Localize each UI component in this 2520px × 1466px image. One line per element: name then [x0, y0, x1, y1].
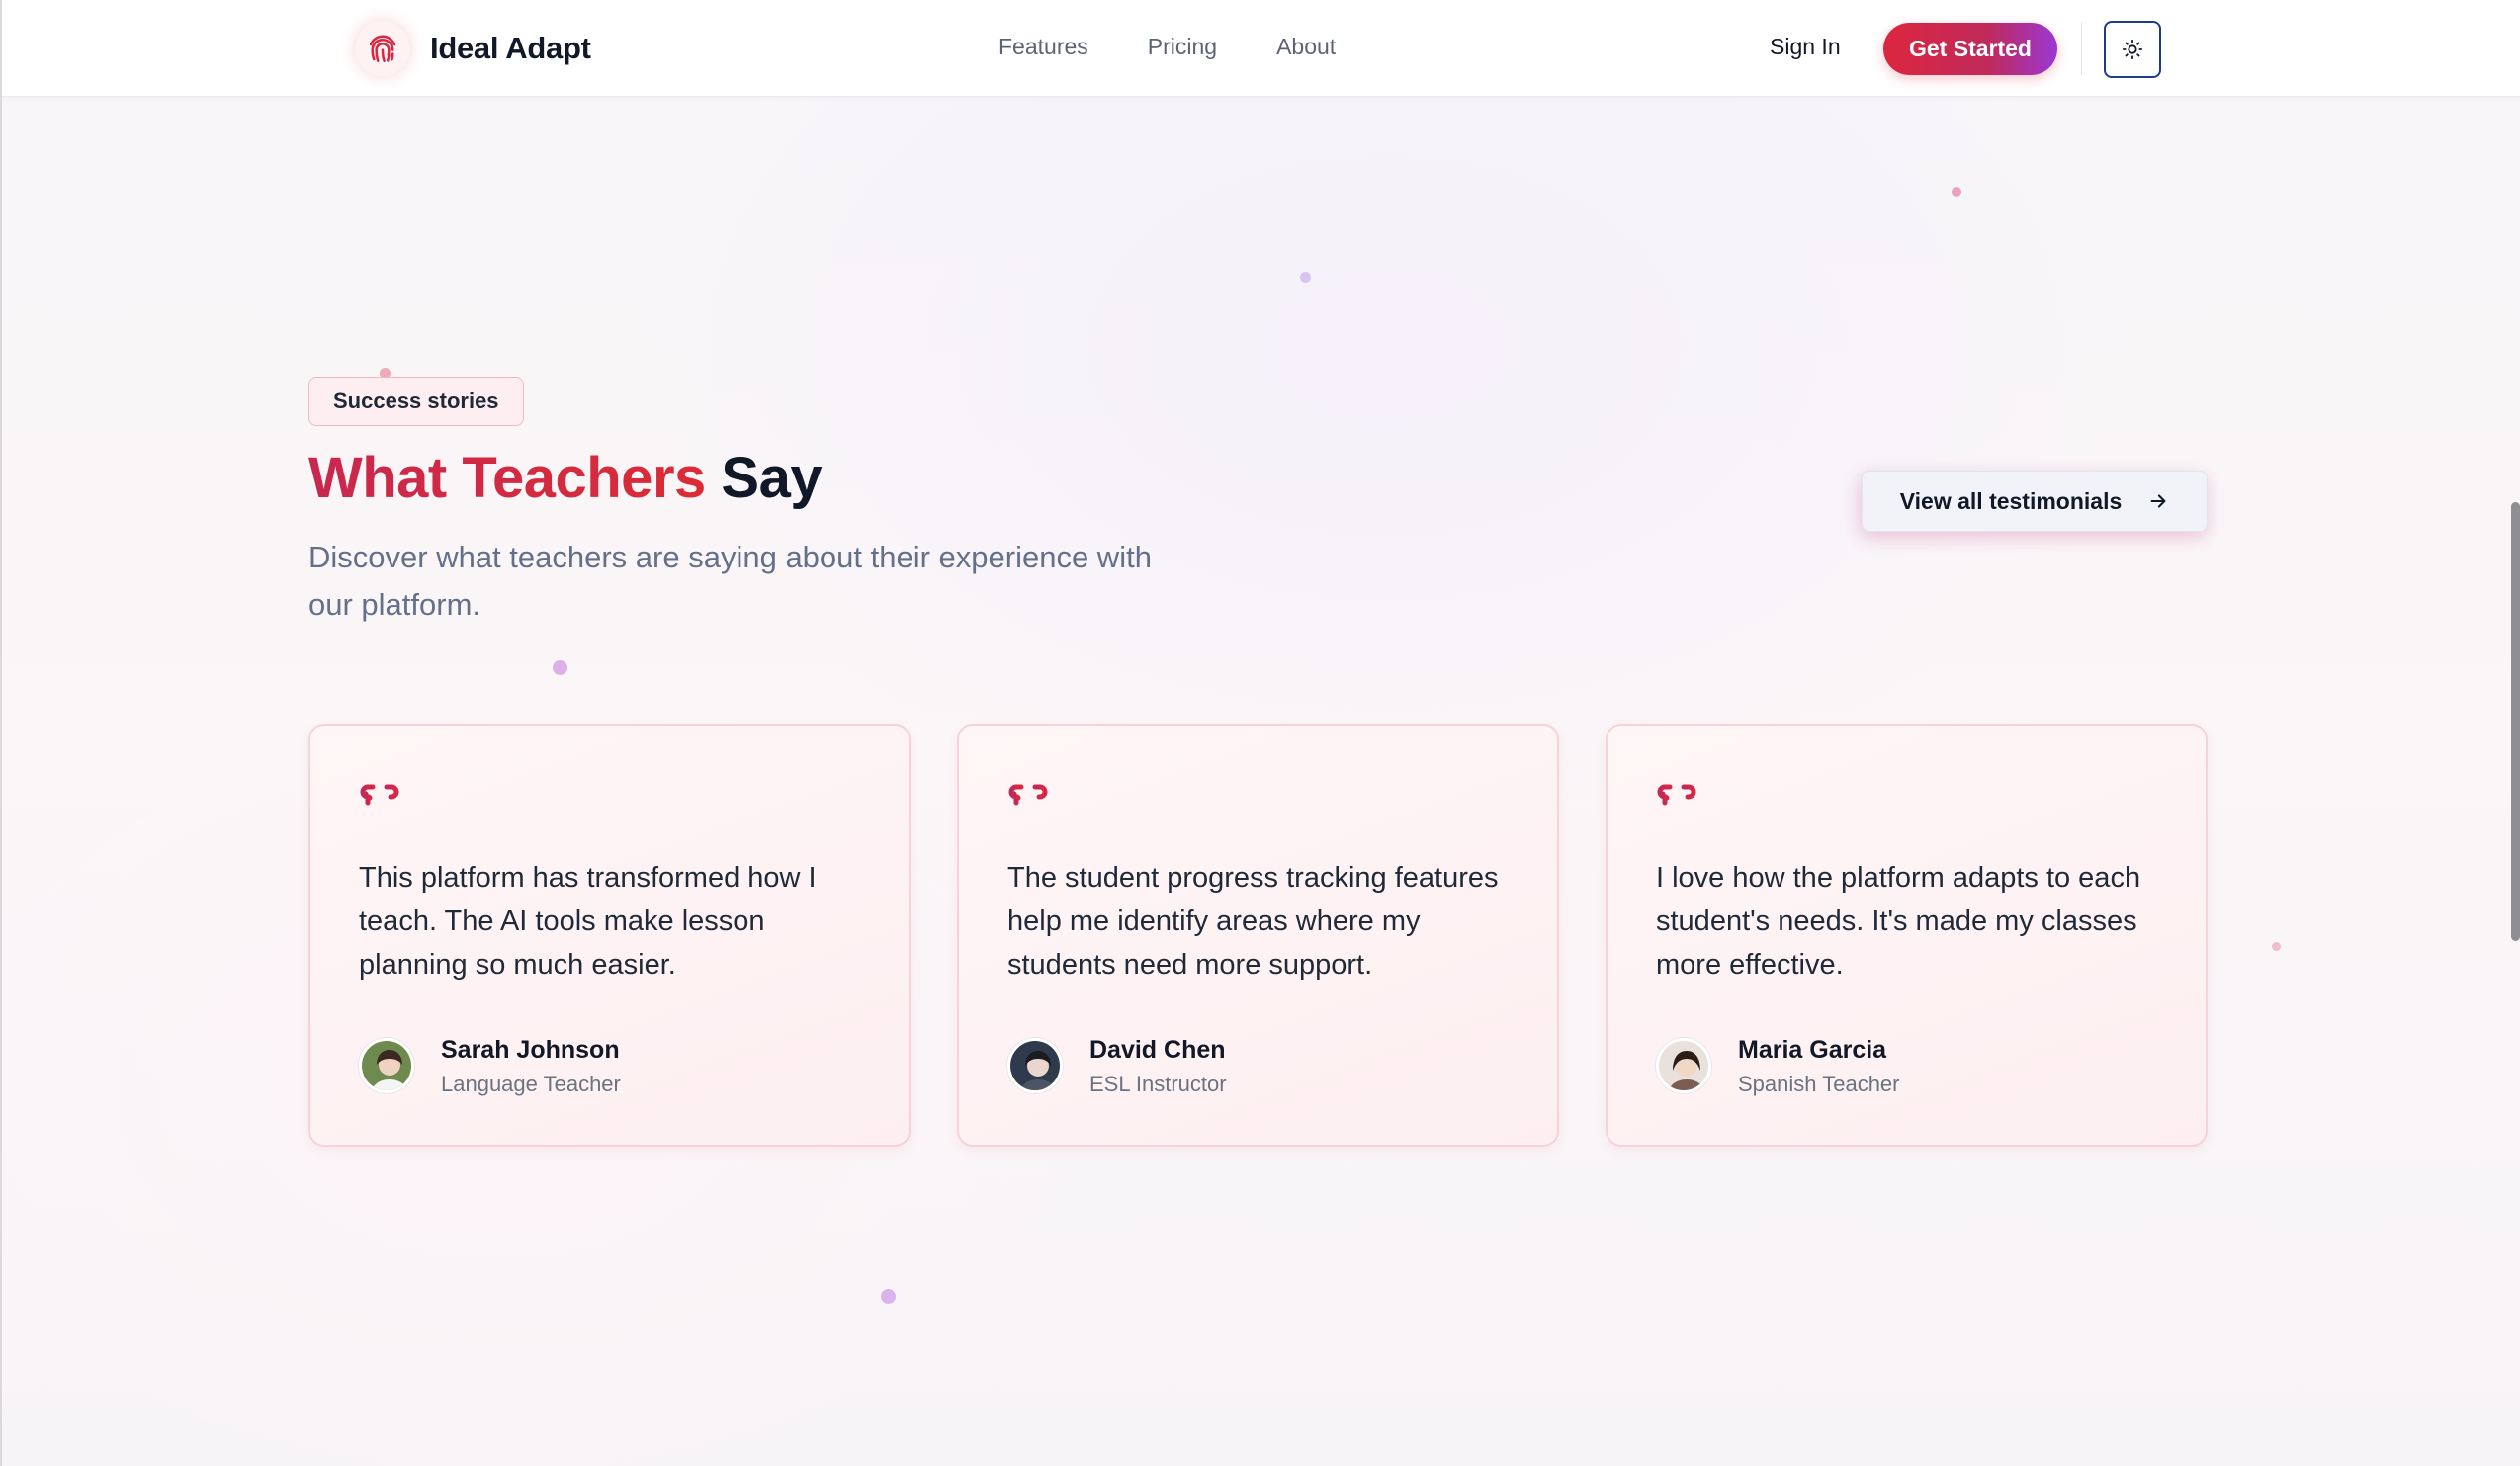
title-accent: What Teachers — [308, 446, 706, 510]
section-subtitle: Discover what teachers are saying about … — [308, 540, 1152, 622]
testimonial-quote: The student progress tracking features h… — [1007, 862, 1499, 981]
fingerprint-logo-icon — [355, 21, 410, 76]
main-nav: Features Pricing About — [999, 34, 1336, 60]
header-divider — [2081, 22, 2082, 75]
avatar — [1656, 1038, 1711, 1093]
testimonial-quote: This platform has transformed how I teac… — [359, 862, 817, 981]
top-navbar: Ideal Adapt Features Pricing About Sign … — [2, 0, 2520, 97]
title-rest: Say — [721, 446, 823, 510]
theme-toggle-button[interactable] — [2104, 21, 2161, 78]
brand-name: Ideal Adapt — [430, 31, 591, 65]
sign-in-link[interactable]: Sign In — [1770, 34, 1841, 60]
section-title: What Teachers Say — [308, 443, 823, 514]
view-all-label: View all testimonials — [1899, 487, 2123, 514]
quote-icon — [360, 784, 399, 806]
quote-icon — [1008, 784, 1048, 806]
quote-icon — [1657, 784, 1696, 806]
testimonial-card: This platform has transformed how I teac… — [308, 724, 911, 1147]
author-name: Sarah Johnson — [441, 1036, 620, 1064]
author-name: David Chen — [1089, 1036, 1226, 1064]
testimonial-card: I love how the platform adapts to each s… — [1606, 724, 2208, 1147]
sun-icon — [2122, 39, 2143, 60]
author-role: Spanish Teacher — [1738, 1072, 1900, 1096]
get-started-button[interactable]: Get Started — [1883, 23, 2057, 75]
avatar — [1007, 1038, 1063, 1093]
decorative-dot — [881, 1289, 896, 1304]
decorative-dot — [2272, 942, 2281, 951]
nav-link-about[interactable]: About — [1276, 34, 1336, 60]
author-role: Language Teacher — [441, 1072, 621, 1096]
author-name: Maria Garcia — [1738, 1036, 1887, 1064]
decorative-dot — [1300, 272, 1311, 283]
page-scrollbar[interactable] — [2508, 0, 2520, 1466]
nav-link-pricing[interactable]: Pricing — [1148, 34, 1217, 60]
avatar — [359, 1038, 414, 1093]
decorative-dot — [553, 660, 567, 675]
arrow-right-icon — [2150, 494, 2166, 508]
decorative-dot — [1952, 187, 1961, 197]
view-all-testimonials-button[interactable]: View all testimonials — [1862, 471, 2208, 532]
nav-link-features[interactable]: Features — [999, 34, 1088, 60]
author-role: ESL Instructor — [1089, 1072, 1227, 1096]
page: Ideal Adapt Features Pricing About Sign … — [0, 0, 2520, 1466]
scrollbar-thumb[interactable] — [2511, 502, 2520, 941]
brand[interactable]: Ideal Adapt — [355, 21, 591, 76]
testimonial-card: The student progress tracking features h… — [957, 724, 1559, 1147]
testimonial-quote: I love how the platform adapts to each s… — [1656, 862, 2141, 981]
section-badge: Success stories — [308, 377, 524, 426]
